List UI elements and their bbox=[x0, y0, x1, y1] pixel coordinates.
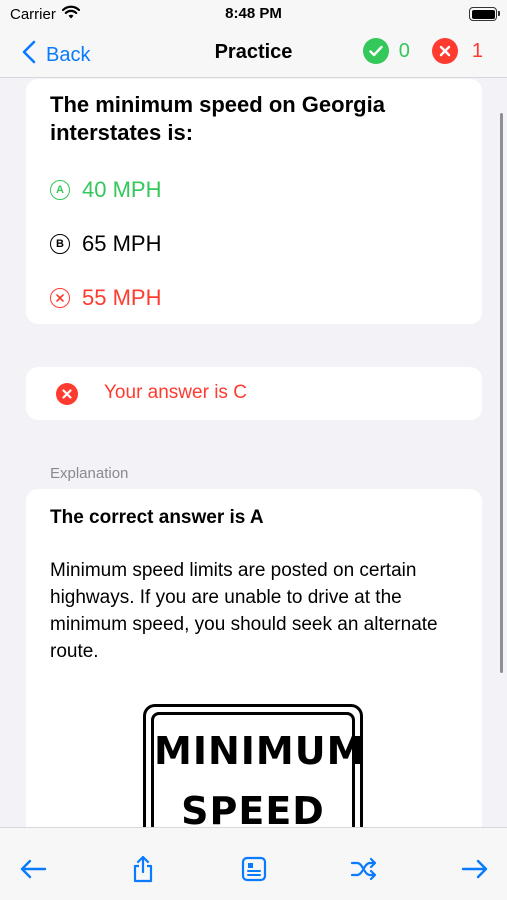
share-button[interactable] bbox=[128, 855, 158, 888]
practice-content[interactable]: The minimum speed on Georgia interstates… bbox=[0, 79, 507, 827]
checkmark-icon bbox=[362, 38, 389, 64]
answer-option-b[interactable]: B 65 MPH bbox=[50, 231, 161, 257]
bottom-toolbar bbox=[0, 827, 507, 900]
shuffle-button[interactable] bbox=[349, 856, 379, 886]
scroll-indicator[interactable] bbox=[500, 113, 503, 673]
question-card: The minimum speed on Georgia interstates… bbox=[26, 79, 482, 324]
correct-count: 0 bbox=[398, 39, 410, 62]
note-icon bbox=[241, 856, 267, 887]
arrow-right-icon bbox=[461, 858, 489, 885]
option-marker-a: A bbox=[50, 180, 70, 200]
sign-line-1: MINIMUM bbox=[154, 729, 366, 773]
option-text-a: 40 MPH bbox=[82, 177, 162, 202]
sign-line-2: SPEED bbox=[181, 789, 325, 827]
arrow-left-icon bbox=[19, 858, 47, 885]
result-text: Your answer is C bbox=[104, 382, 247, 403]
minimum-speed-sign-image: MINIMUM SPEED bbox=[143, 704, 366, 827]
navigation-bar: Back Practice 0 1 bbox=[0, 28, 507, 78]
answer-option-a[interactable]: A 40 MPH bbox=[50, 177, 161, 203]
explanation-title: The correct answer is A bbox=[50, 507, 264, 528]
xmark-circle-icon bbox=[56, 383, 78, 405]
explanation-body: Minimum speed limits are posted on certa… bbox=[50, 560, 438, 662]
status-time: 8:48 PM bbox=[225, 5, 282, 22]
notes-button[interactable] bbox=[239, 856, 269, 886]
status-bar: Carrier 8:48 PM bbox=[0, 0, 507, 28]
answer-result-card: Your answer is C bbox=[26, 367, 482, 420]
battery-icon bbox=[469, 7, 500, 21]
score-summary: 0 1 bbox=[362, 38, 483, 64]
question-text: The minimum speed on Georgia interstates… bbox=[50, 92, 385, 145]
answer-option-c[interactable]: 55 MPH bbox=[50, 285, 161, 311]
option-marker-b: B bbox=[50, 234, 70, 254]
share-icon bbox=[131, 855, 155, 888]
shuffle-icon bbox=[350, 857, 378, 885]
explanation-card: The correct answer is A Minimum speed li… bbox=[26, 489, 482, 827]
next-question-button[interactable] bbox=[460, 856, 490, 886]
previous-question-button[interactable] bbox=[18, 856, 48, 886]
option-text-b: 65 MPH bbox=[82, 231, 162, 256]
xmark-icon bbox=[431, 38, 458, 64]
explanation-section-label: Explanation bbox=[50, 465, 129, 482]
option-marker-c-xmark-icon bbox=[50, 288, 70, 308]
incorrect-count: 1 bbox=[471, 39, 483, 62]
option-text-c: 55 MPH bbox=[82, 285, 162, 310]
